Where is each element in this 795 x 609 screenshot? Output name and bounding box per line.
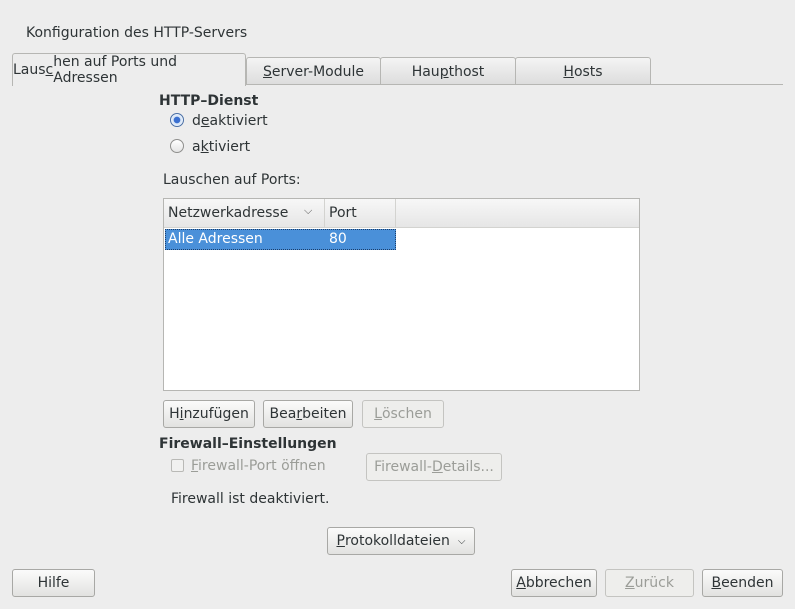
tab-label: osts [573,63,603,80]
button-mnemonic: L [374,406,382,422]
radio-activated-label[interactable]: aktiviert [192,139,250,155]
column-header-address[interactable]: Netzwerkadresse [164,199,324,228]
button-label: Bea [269,406,297,422]
cell-address: Alle Adressen [168,231,263,247]
ports-table[interactable]: Netzwerkadresse ⌵ Port Alle Adressen 80 [163,198,640,391]
button-label: rotokolldateien [344,533,450,549]
column-header-port[interactable]: Port [325,199,395,228]
button-mnemonic: Z [625,575,635,591]
column-header-label: Netzwerkadresse [168,205,289,221]
finish-button[interactable]: Beenden [702,569,783,597]
radio-activated[interactable] [170,139,184,153]
edit-button[interactable]: Bea r beiten [263,400,353,428]
add-button[interactable]: Hi nzufügen [163,400,255,428]
tab-divider [246,84,783,85]
log-files-menu-button[interactable]: Protokolldateien ⌵ [327,527,475,555]
tab-server-modules[interactable]: Server-Module [246,57,381,85]
table-row[interactable]: Alle Adressen 80 [165,229,396,250]
tab-main-host[interactable]: Hau p thost [380,57,516,85]
tab-mnemonic: p [439,63,449,80]
button-label: Firewall- [374,459,432,475]
button-label: beiten [302,406,347,422]
button-mnemonic: D [431,459,443,475]
tab-mnemonic: S [263,63,272,80]
table-header: Netzwerkadresse ⌵ Port [164,199,639,228]
button-label: etails... [442,459,494,475]
cancel-button[interactable]: Abbrechen [511,569,597,597]
http-service-heading: HTTP–Dienst [159,93,259,109]
back-button[interactable]: Zurück [605,569,694,597]
label-text: aktiviert [209,113,268,129]
tab-label: Laus [13,62,46,78]
firewall-port-checkbox[interactable] [171,459,184,472]
column-separator [395,199,396,228]
firewall-port-label[interactable]: Firewall-Port öffnen [191,458,326,474]
firewall-status: Firewall ist deaktiviert. [171,491,330,507]
column-header-label: Port [329,205,357,221]
window-title: Konfiguration des HTTP-Servers [26,25,248,41]
chevron-down-icon: ⌵ [457,535,466,547]
button-label: urück [634,575,674,591]
button-mnemonic: B [711,575,722,591]
tab-ports-addresses[interactable]: Laus c hen auf Ports und Adressen [12,53,246,86]
tab-label: Hau [411,63,440,80]
button-mnemonic: A [516,575,526,591]
label-text: d [192,113,201,129]
button-label: eenden [721,575,774,591]
help-button[interactable]: Hilfe [12,569,95,597]
label-text: irewall-Port öffnen [198,458,326,474]
delete-button[interactable]: Löschen [362,400,444,428]
radio-deactivated-label[interactable]: deaktiviert [192,113,268,129]
tab-mnemonic: c [45,62,54,78]
label-mnemonic: e [200,113,210,129]
button-label: bbrechen [525,575,592,591]
button-label: H [169,406,180,422]
firewall-details-button[interactable]: Firewall- Details... [366,453,502,481]
tab-hosts[interactable]: Hosts [515,57,651,85]
button-mnemonic: P [336,533,345,549]
label-text: a [192,139,201,155]
button-label: Hilfe [37,575,70,591]
sort-chevron-icon: ⌵ [304,204,313,217]
ports-label: Lauschen auf Ports: [163,172,301,188]
tab-bar: Laus c hen auf Ports und Adressen Server-M… [12,53,783,86]
tab-mnemonic: H [563,63,574,80]
tab-label: erver-Module [271,63,364,80]
label-text: tiviert [208,139,251,155]
cell-port: 80 [329,231,347,247]
firewall-heading: Firewall–Einstellungen [159,436,337,452]
radio-deactivated[interactable] [170,113,184,127]
button-label: nzufügen [183,406,249,422]
label-mnemonic: F [191,458,199,474]
label-mnemonic: k [200,139,209,155]
tab-label: thost [448,63,485,80]
tab-label: hen auf Ports und Adressen [53,54,178,86]
button-label: öschen [381,406,432,422]
